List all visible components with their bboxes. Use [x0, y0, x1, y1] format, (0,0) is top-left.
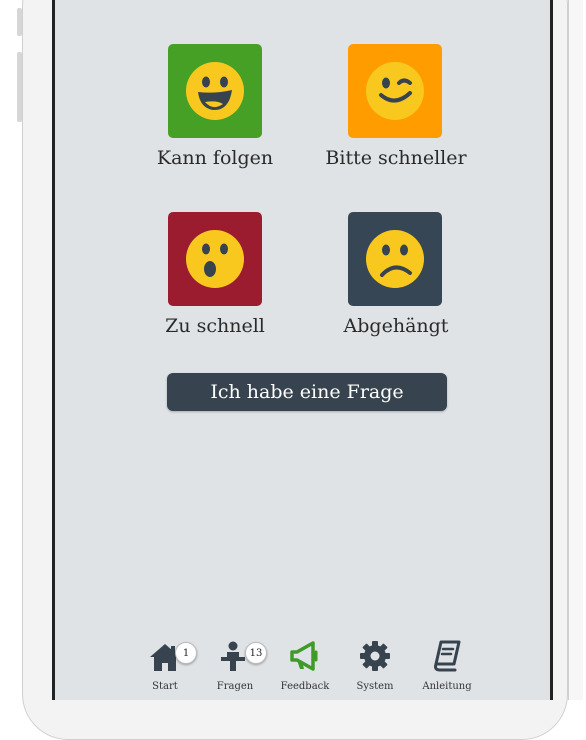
book-icon — [434, 640, 461, 672]
tab-label-start: Start — [152, 681, 178, 692]
tile-label-abgehaengt: Abgehängt — [343, 315, 449, 337]
tab-start[interactable]: Start 1 — [135, 636, 197, 700]
notification-badge: 1 — [175, 642, 197, 664]
notification-badge: 13 — [245, 642, 267, 664]
laughing-face-icon — [186, 62, 244, 120]
ask-question-button[interactable]: Ich habe eine Frage — [167, 373, 447, 411]
tab-system[interactable]: System — [345, 636, 405, 700]
feedback-tile-bitte-schneller[interactable] — [348, 44, 442, 138]
tab-label-feedback: Feedback — [280, 681, 330, 692]
phone-edge — [568, 0, 586, 700]
app-screen: Kann folgen Bitte schneller Zu schnell A… — [52, 0, 553, 700]
tile-label-zu-schnell: Zu schnell — [165, 315, 265, 337]
tab-feedback[interactable]: Feedback — [275, 636, 335, 700]
tile-label-bitte-schneller: Bitte schneller — [325, 147, 467, 169]
tab-label-system: System — [356, 681, 394, 692]
feedback-tile-kann-folgen[interactable] — [168, 44, 262, 138]
feedback-tile-abgehaengt[interactable] — [348, 212, 442, 306]
tab-anleitung[interactable]: Anleitung — [417, 636, 477, 700]
tab-label-anleitung: Anleitung — [422, 681, 472, 692]
sad-face-icon — [366, 230, 424, 288]
megaphone-icon — [290, 641, 318, 671]
surprised-face-icon — [186, 230, 244, 288]
winking-face-icon — [366, 62, 424, 120]
phone-side-button — [17, 8, 22, 36]
tab-label-fragen: Fragen — [216, 681, 254, 692]
feedback-tile-zu-schnell[interactable] — [168, 212, 262, 306]
gear-icon — [360, 641, 390, 671]
tile-label-kann-folgen: Kann folgen — [156, 147, 274, 169]
phone-side-button — [17, 52, 22, 122]
tab-fragen[interactable]: Fragen 13 — [205, 636, 267, 700]
